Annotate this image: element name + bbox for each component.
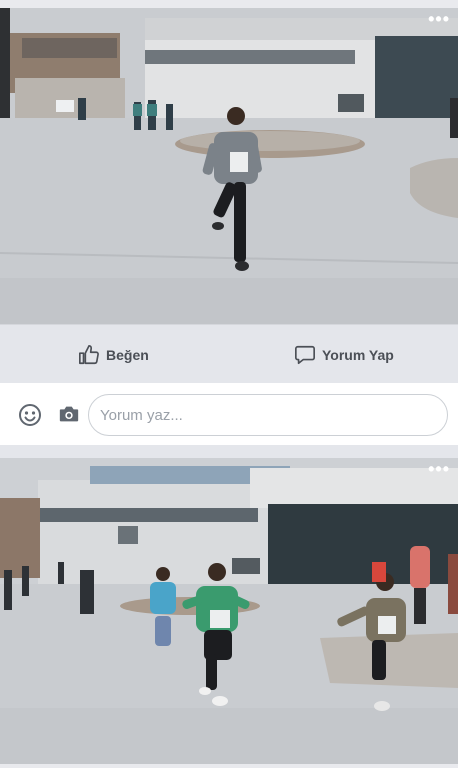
post-action-bar: Beğen Yorum Yap [0, 324, 458, 383]
speech-bubble-icon [295, 345, 315, 365]
post-photo-2[interactable]: ••• [0, 458, 458, 764]
thumbs-up-icon [79, 345, 99, 365]
comment-button[interactable]: Yorum Yap [294, 343, 394, 367]
like-button[interactable]: Beğen [78, 343, 149, 367]
more-options-icon[interactable]: ••• [428, 10, 450, 28]
photo-running-boy [0, 8, 458, 324]
bottom-divider [0, 764, 458, 768]
top-divider [0, 0, 458, 8]
smiley-icon[interactable] [18, 403, 42, 432]
like-label: Beğen [106, 347, 149, 363]
more-options-icon-2[interactable]: ••• [428, 460, 450, 478]
photo-running-children [0, 458, 458, 764]
post-separator [0, 445, 458, 458]
post-photo[interactable]: ••• [0, 8, 458, 324]
comment-label: Yorum Yap [322, 347, 394, 363]
comment-input[interactable] [88, 394, 448, 436]
camera-icon[interactable] [58, 403, 80, 430]
comment-composer [0, 383, 458, 445]
